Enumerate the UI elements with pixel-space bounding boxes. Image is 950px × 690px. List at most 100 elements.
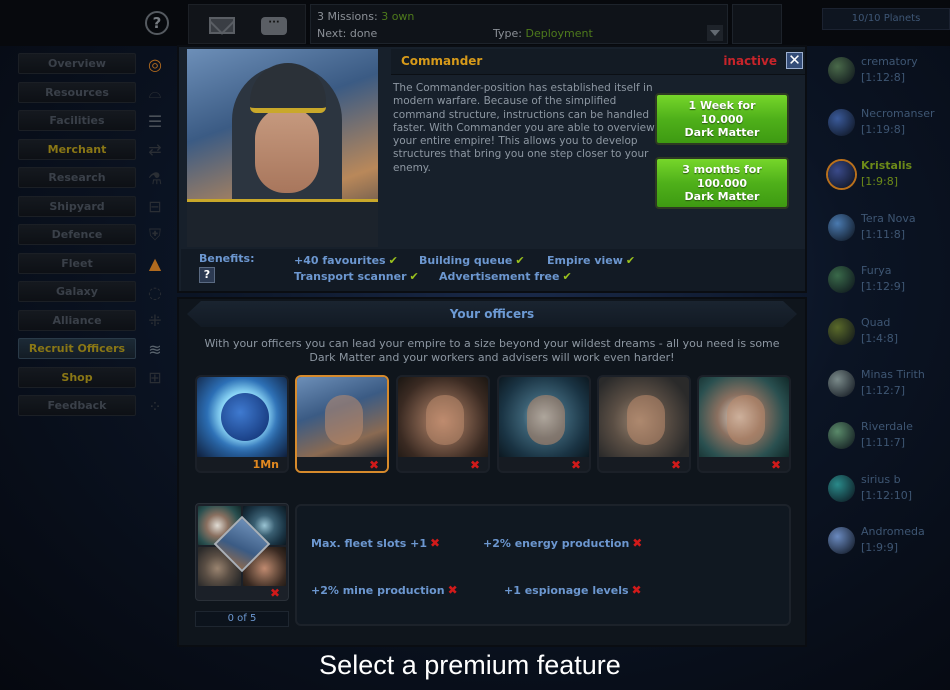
planet-icon[interactable] — [828, 422, 855, 450]
menu-item-defence[interactable]: Defence ⛨ — [15, 222, 170, 251]
planet-icon[interactable] — [828, 161, 855, 189]
benefit-item: +40 favourites ✔ — [294, 254, 398, 267]
menu-button[interactable]: Resources — [18, 81, 136, 103]
menu-button[interactable]: Feedback — [18, 395, 136, 416]
question-circle-icon[interactable]: ? — [145, 11, 169, 35]
menu-button[interactable]: Shipyard — [18, 195, 136, 217]
menu-item-shop[interactable]: Shop ⊞ — [15, 365, 170, 394]
chat-bubble-icon[interactable]: ··· — [261, 17, 287, 35]
merchant-exchange-icon[interactable]: ⇄ — [143, 138, 167, 162]
feedback-icon[interactable]: ⁘ — [143, 394, 167, 418]
planet-item[interactable]: Necromanser [1:19:8] — [826, 107, 950, 159]
geologist-image — [599, 377, 689, 457]
planet-coords: [1:11:7] — [861, 436, 905, 450]
defence-icon[interactable]: ⛨ — [143, 223, 167, 247]
officer-detail-panel: Commander inactive ✕ The Commander-posit… — [177, 45, 807, 293]
menu-button[interactable]: Recruit Officers — [18, 338, 136, 359]
planet-item[interactable]: Furya [1:12:9] — [826, 264, 950, 316]
planet-icon[interactable] — [828, 526, 855, 554]
officer-description: The Commander-position has established i… — [393, 82, 655, 174]
menu-button[interactable]: Fleet — [18, 252, 136, 274]
resources-dome-icon[interactable]: ⌓ — [143, 81, 167, 105]
planet-name[interactable]: Andromeda — [861, 525, 925, 538]
officer-card-dark-matter[interactable]: 1Mn — [195, 375, 289, 473]
menu-item-recruit-officers[interactable]: Recruit Officers ≋ — [15, 336, 170, 365]
planet-coords: [1:12:10] — [861, 488, 912, 502]
menu-button[interactable]: Shop — [18, 366, 136, 388]
missions-label: 3 Missions: — [317, 10, 378, 23]
shipyard-icon[interactable]: ⊟ — [143, 195, 167, 219]
officers-intro: With your officers you can lead your emp… — [204, 337, 780, 364]
menu-button[interactable]: Defence — [18, 224, 136, 245]
close-x-icon[interactable]: ✕ — [786, 52, 803, 69]
planet-item[interactable]: crematory [1:12:8] — [826, 55, 950, 107]
planet-name[interactable]: Necromanser — [861, 107, 935, 120]
planet-name[interactable]: Quad — [861, 316, 890, 329]
buy-three-months-button[interactable]: 3 months for 100.000 Dark Matter — [655, 157, 789, 209]
officer-status: inactive — [723, 54, 777, 68]
planet-item[interactable]: Tera Nova [1:11:8] — [826, 212, 950, 264]
officer-card-geologist[interactable]: ✖ — [597, 375, 691, 473]
menu-button[interactable]: Overview — [18, 53, 136, 74]
planet-item[interactable]: sirius b [1:12:10] — [826, 473, 950, 525]
menu-item-fleet[interactable]: Fleet ▲ — [15, 251, 170, 280]
planet-icon[interactable] — [828, 109, 855, 137]
facilities-hangar-icon[interactable]: ☰ — [143, 109, 167, 133]
planet-icon[interactable] — [828, 213, 855, 241]
officer-card-engineer[interactable]: ✖ — [497, 375, 591, 473]
benefits-label: Benefits: — [199, 252, 255, 265]
overview-ring-icon[interactable]: ◎ — [143, 52, 167, 76]
planet-icon[interactable] — [828, 265, 855, 293]
planet-icon[interactable] — [828, 370, 855, 398]
planet-name[interactable]: Minas Tirith — [861, 368, 925, 381]
envelope-icon[interactable] — [209, 17, 235, 34]
type-value: Deployment — [525, 27, 593, 40]
alliance-network-icon[interactable]: ⁜ — [143, 309, 167, 333]
menu-item-facilities[interactable]: Facilities ☰ — [15, 108, 170, 137]
next-mission: Next: done — [317, 25, 493, 42]
menu-button[interactable]: Facilities — [18, 110, 136, 131]
menu-button[interactable]: Merchant — [18, 138, 136, 160]
officers-chevrons-icon[interactable]: ≋ — [143, 337, 167, 361]
planet-item[interactable]: Andromeda [1:9:9] — [826, 525, 950, 577]
help-question-icon[interactable]: ? — [199, 267, 215, 283]
planet-name[interactable]: Furya — [861, 264, 891, 277]
officer-card-admiral[interactable]: ✖ — [396, 375, 490, 473]
staff-benefit-label: +2% mine production — [311, 584, 445, 597]
menu-item-research[interactable]: Research ⚗ — [15, 165, 170, 194]
planet-name[interactable]: Kristalis — [861, 159, 912, 172]
dark-matter-orb-image — [197, 377, 287, 457]
menu-button[interactable]: Research — [18, 167, 136, 188]
planet-name[interactable]: Tera Nova — [861, 212, 916, 225]
menu-button[interactable]: Galaxy — [18, 281, 136, 302]
buy-one-week-button[interactable]: 1 Week for 10.000 Dark Matter — [655, 93, 789, 145]
planet-item[interactable]: Quad [1:4:8] — [826, 316, 950, 368]
planet-icon[interactable] — [828, 474, 855, 502]
chevron-down-icon[interactable] — [707, 25, 723, 41]
officer-card-technocrat[interactable]: ✖ — [697, 375, 791, 473]
buy-months-line3: Dark Matter — [684, 190, 760, 203]
menu-item-merchant[interactable]: Merchant ⇄ — [15, 137, 170, 166]
planet-name[interactable]: sirius b — [861, 473, 901, 486]
menu-item-galaxy[interactable]: Galaxy ◌ — [15, 279, 170, 308]
menu-button[interactable]: Alliance — [18, 309, 136, 331]
research-flask-icon[interactable]: ⚗ — [143, 166, 167, 190]
officer-card-commander[interactable]: ✖ — [295, 375, 389, 473]
planet-icon[interactable] — [828, 317, 855, 345]
benefit-item: Building queue ✔ — [419, 254, 525, 267]
planet-name[interactable]: Riverdale — [861, 420, 913, 433]
shop-gift-icon[interactable]: ⊞ — [143, 366, 167, 390]
planet-item[interactable]: Riverdale [1:11:7] — [826, 420, 950, 472]
galaxy-spiral-icon[interactable]: ◌ — [143, 280, 167, 304]
planet-item-active[interactable]: Kristalis [1:9:8] — [826, 159, 950, 211]
planet-name[interactable]: crematory — [861, 55, 918, 68]
fleet-ships-icon[interactable]: ▲ — [143, 252, 167, 276]
menu-item-resources[interactable]: Resources ⌓ — [15, 80, 170, 109]
menu-item-alliance[interactable]: Alliance ⁜ — [15, 308, 170, 337]
menu-item-feedback[interactable]: Feedback ⁘ — [15, 393, 170, 422]
commanding-staff-card[interactable]: ✖ — [195, 503, 289, 601]
menu-item-shipyard[interactable]: Shipyard ⊟ — [15, 194, 170, 223]
planet-icon[interactable] — [828, 57, 855, 84]
menu-item-overview[interactable]: Overview ◎ — [15, 51, 170, 80]
planet-item[interactable]: Minas Tirith [1:12:7] — [826, 368, 950, 420]
